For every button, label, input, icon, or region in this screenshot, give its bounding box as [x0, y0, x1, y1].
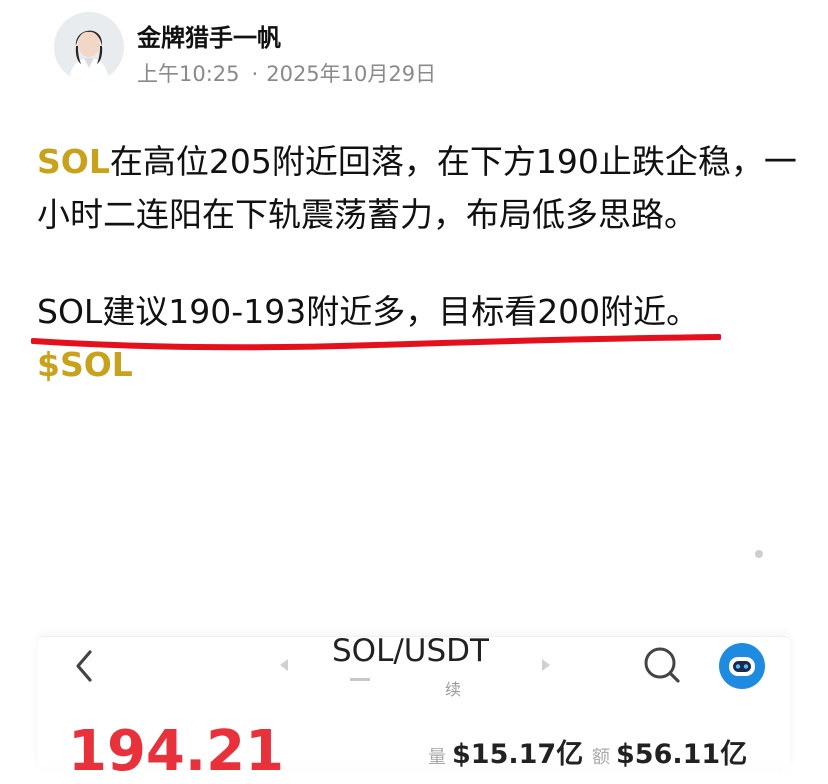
post-meta: 上午10:25 · 2025年10月29日 [137, 58, 436, 88]
ticker-link[interactable]: SOL [37, 142, 110, 181]
bot-icon[interactable] [718, 642, 766, 690]
post-body: SOL在高位205附近回落，在下方190止跌企稳，一小时二连阳在下轨震荡蓄力，布… [31, 135, 797, 391]
post-time: 上午10:25 [137, 62, 240, 86]
author-name[interactable]: 金牌猎手一帆 [137, 18, 281, 53]
meta-separator: · [251, 62, 259, 86]
paragraph-1-text: 在高位205附近回落，在下方190止跌企稳，一小时二连阳在下轨震荡蓄力，布局低多… [37, 142, 797, 234]
pair-subtitle: 续 [445, 680, 462, 699]
post-paragraph-2: SOL建议190-193附近多，目标看200附近。 $SOL [31, 285, 797, 391]
prev-arrow-icon[interactable] [278, 657, 290, 671]
search-icon[interactable] [640, 643, 684, 687]
decorative-dot [755, 550, 763, 558]
paragraph-2-text: SOL建议190-193附近多，目标看200附近。 [37, 292, 700, 331]
post-paragraph-1: SOL在高位205附近回落，在下方190止跌企稳，一小时二连阳在下轨震荡蓄力，布… [37, 135, 797, 241]
author-avatar[interactable] [54, 12, 124, 82]
red-underline-annotation [31, 334, 721, 351]
turnover-value: $56.11亿 [616, 739, 748, 770]
pair-subtitle-bar [350, 678, 370, 681]
pair-title[interactable]: SOL/USDT [332, 633, 489, 669]
volume-label: 量 [428, 747, 446, 768]
turnover-label: 额 [592, 747, 610, 768]
next-arrow-icon[interactable] [540, 657, 552, 671]
last-price: 194.21 [68, 719, 285, 784]
turnover-stat: 额 $56.11亿 [592, 732, 747, 771]
volume-stat: 量 $15.17亿 [428, 732, 583, 771]
post-date: 2025年10月29日 [266, 62, 437, 86]
avatar-portrait-icon [54, 12, 124, 82]
back-chevron-icon[interactable] [70, 648, 100, 684]
volume-value: $15.17亿 [452, 739, 584, 770]
